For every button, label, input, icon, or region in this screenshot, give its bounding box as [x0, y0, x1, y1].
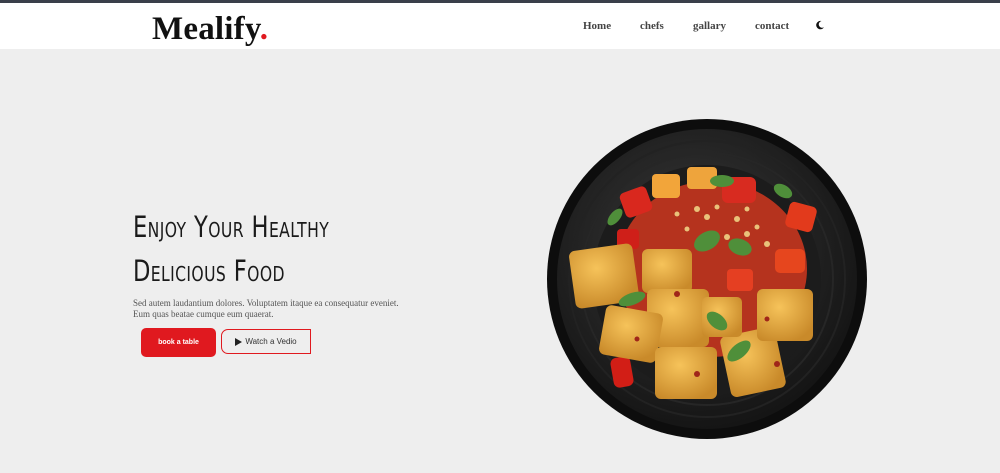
watch-video-label: Watch a Vedio [245, 337, 297, 346]
hero-title-line-2: Delicious Food [133, 254, 285, 288]
hero-description: Sed autem laudantium dolores. Voluptatem… [133, 298, 399, 319]
hero-title-line-1: Enjoy Your Healthy [133, 210, 330, 244]
watch-video-button[interactable]: Watch a Vedio [221, 329, 311, 354]
play-icon [235, 337, 243, 346]
nav-link-contact[interactable]: contact [755, 3, 789, 49]
navbar: Mealify. Home chefs gallary contact [0, 3, 1000, 49]
nav-link-gallery[interactable]: gallary [693, 3, 726, 49]
logo[interactable]: Mealify. [152, 9, 268, 49]
moon-icon[interactable] [815, 20, 825, 30]
logo-text: Mealify [152, 11, 260, 47]
hero-title: Enjoy Your Healthy Delicious Food [133, 205, 383, 293]
logo-dot: . [259, 11, 269, 47]
book-table-button[interactable]: book a table [141, 328, 216, 357]
nav-link-chefs[interactable]: chefs [640, 3, 664, 49]
nav-link-home[interactable]: Home [583, 3, 611, 49]
food-plate-image [547, 119, 867, 439]
